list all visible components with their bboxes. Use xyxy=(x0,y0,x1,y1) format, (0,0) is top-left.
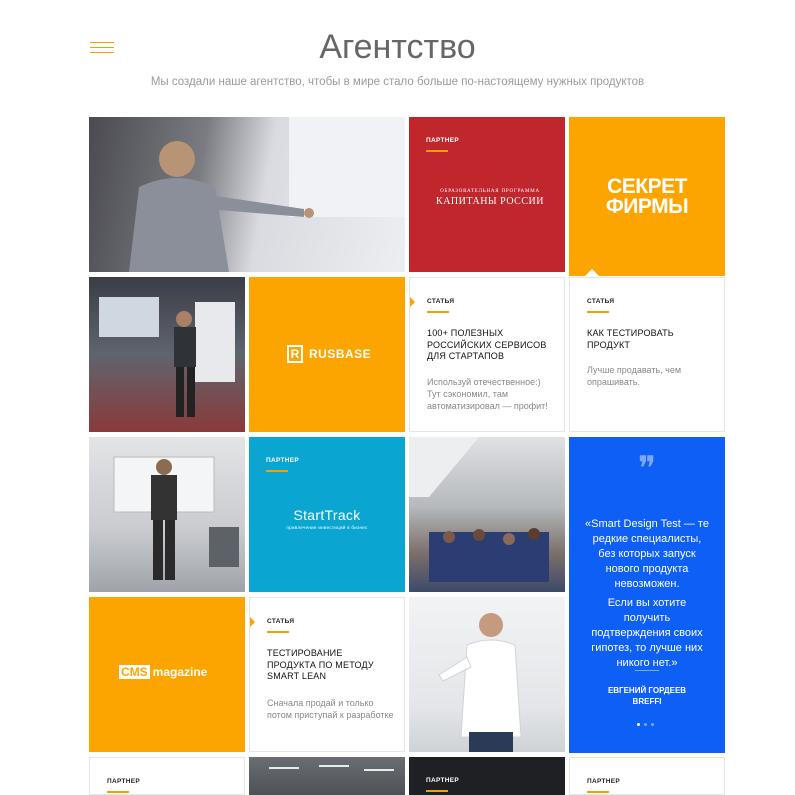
photo-room-ceiling[interactable] xyxy=(249,757,405,795)
article-card-testing[interactable]: СТАТЬЯ Как тестировать продукт Лучше про… xyxy=(569,277,725,432)
article-excerpt: Лучше продавать, чем опрашивать. xyxy=(587,365,682,387)
quote-divider xyxy=(635,670,659,671)
article-title: Как тестировать продукт xyxy=(587,328,674,350)
speaker-illustration xyxy=(129,117,405,272)
quote-text: «Smart Design Test — те редкие специалис… xyxy=(585,518,709,669)
workshop-illustration xyxy=(409,437,549,582)
speaker-white-shirt-illustration xyxy=(438,613,522,752)
label-underline xyxy=(267,631,289,633)
article-excerpt: Сначала продай и только потом приступай … xyxy=(267,698,394,720)
label-underline xyxy=(587,311,609,313)
article-label: СТАТЬЯ xyxy=(267,618,295,625)
partner-card-row5-1[interactable]: ПАРТНЕР xyxy=(89,757,245,795)
label-underline xyxy=(587,791,609,793)
article-card-smart-lean[interactable]: СТАТЬЯ Тестирование продукта по методу S… xyxy=(249,597,405,752)
whiteboard-illustration xyxy=(99,297,235,417)
photo-whiteboard-talk[interactable] xyxy=(89,277,245,432)
partner-cms-magazine[interactable]: CMS magazine xyxy=(89,597,245,752)
partner-label: ПАРТНЕР xyxy=(266,457,300,464)
page-title: Агентство xyxy=(319,28,476,66)
photo-office-presenter[interactable] xyxy=(89,437,245,592)
article-card-services[interactable]: СТАТЬЯ 100+ полезных российских сервисов… xyxy=(409,277,565,432)
kapitany-logo: ОБРАЗОВАТЕЛЬНАЯ ПРОГРАММА КАПИТАНЫ РОССИ… xyxy=(436,189,544,207)
cms-magazine-logo: CMS magazine xyxy=(119,665,208,679)
office-illustration xyxy=(113,456,239,580)
partner-kapitany-rossii[interactable]: ПАРТНЕР ОБРАЗОВАТЕЛЬНАЯ ПРОГРАММА КАПИТА… xyxy=(409,117,565,272)
partner-rusbase[interactable]: R RUSBASE xyxy=(249,277,405,432)
quote-author: ЕВГЕНИЙ ГОРДЕЕВ BREFFI xyxy=(607,686,687,706)
carousel-dots[interactable] xyxy=(637,723,654,726)
label-underline xyxy=(266,470,288,472)
photo-workshop-crowd[interactable] xyxy=(409,437,565,592)
article-excerpt: Используй отечественное:) Тут сэкономил,… xyxy=(427,377,548,411)
partner-label: ПАРТНЕР xyxy=(107,778,141,785)
label-underline xyxy=(427,311,449,313)
partner-label: ПАРТНЕР xyxy=(587,778,621,785)
partner-label: ПАРТНЕР xyxy=(426,777,460,784)
label-underline xyxy=(426,790,448,792)
article-title: Тестирование продукта по методу Smart Le… xyxy=(267,648,374,681)
ceiling-illustration xyxy=(269,765,394,771)
page-subtitle: Мы создали наше агентство, чтобы в мире … xyxy=(150,76,645,88)
rusbase-logo: R RUSBASE xyxy=(287,345,371,363)
testimonial-card[interactable]: ❞ «Smart Design Test — те редкие специал… xyxy=(569,437,725,753)
partner-sekret-firmy[interactable]: СЕКРЕТ ФИРМЫ xyxy=(569,117,725,276)
tile-notch xyxy=(250,616,255,628)
photo-speaker-white-shirt[interactable] xyxy=(409,597,565,752)
partner-starttrack[interactable]: ПАРТНЕР StartTrack привлечение инвестици… xyxy=(249,437,405,592)
label-underline xyxy=(426,150,448,152)
partner-card-row5-dark[interactable]: ПАРТНЕР xyxy=(409,757,565,795)
label-underline xyxy=(107,791,129,793)
partner-label: ПАРТНЕР xyxy=(426,137,460,144)
article-title: 100+ полезных российских сервисов для ст… xyxy=(427,328,547,361)
quote-icon: ❞ xyxy=(637,449,657,489)
partner-card-row5-4[interactable]: ПАРТНЕР xyxy=(569,757,725,795)
article-label: СТАТЬЯ xyxy=(427,298,455,305)
starttrack-logo: StartTrack привлечение инвестиций в бизн… xyxy=(286,507,368,530)
photo-speaker-presentation[interactable] xyxy=(89,117,405,272)
tile-notch xyxy=(585,269,599,276)
tile-notch xyxy=(410,296,415,308)
article-label: СТАТЬЯ xyxy=(587,298,615,305)
sekret-firmy-logo: СЕКРЕТ ФИРМЫ xyxy=(605,175,689,218)
